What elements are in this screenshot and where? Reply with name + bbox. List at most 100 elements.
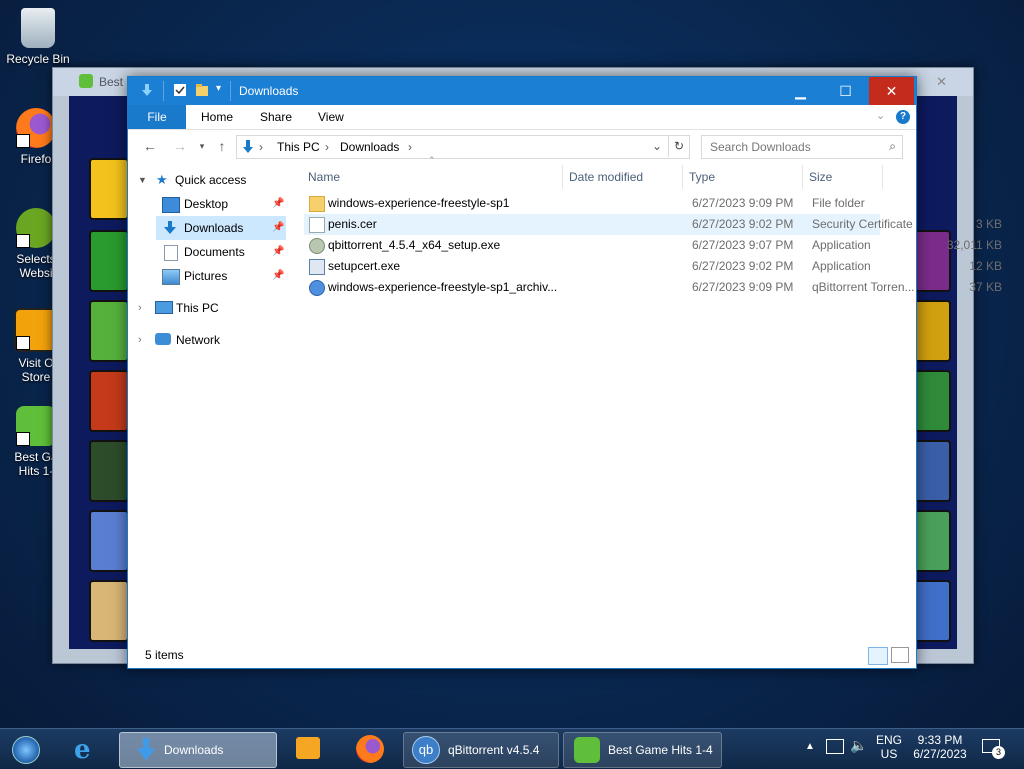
window-titlebar[interactable]: ▾ Downloads ▁ ☐ ✕	[128, 77, 916, 105]
pin-icon[interactable]: 📌	[272, 264, 284, 288]
game-tile[interactable]	[89, 158, 129, 220]
expand-ribbon-chevron-icon[interactable]: ⌄	[876, 109, 885, 122]
column-divider[interactable]	[562, 165, 563, 189]
column-header-size[interactable]: Size	[809, 165, 832, 189]
file-explorer-window[interactable]: ▾ Downloads ▁ ☐ ✕ File Home Share View ⌄…	[127, 76, 1002, 669]
breadcrumb-separator-icon: ›	[325, 140, 329, 154]
file-type: File folder	[812, 196, 865, 210]
tab-view[interactable]: View	[318, 105, 344, 129]
tab-file[interactable]: File	[128, 105, 186, 129]
downloads-icon	[137, 738, 155, 761]
nav-desktop[interactable]: Desktop 📌	[156, 192, 286, 216]
taskbar-qbittorrent[interactable]: qb qBittorrent v4.5.4	[403, 732, 559, 768]
maximize-button[interactable]: ☐	[823, 77, 868, 105]
address-bar[interactable]: › This PC › Downloads › ⌄	[236, 135, 690, 159]
column-divider[interactable]	[882, 165, 883, 189]
shortcut-arrow-icon	[16, 432, 30, 446]
details-view-button[interactable]	[868, 647, 888, 665]
file-name: setupcert.exe	[328, 259, 401, 273]
address-history-chevron-icon[interactable]: ⌄	[652, 139, 662, 153]
up-button[interactable]: ↑	[214, 138, 230, 154]
forward-button[interactable]: →	[172, 138, 188, 154]
taskbar-firefox[interactable]	[348, 732, 392, 766]
volume-muted-icon[interactable]: 🔈	[850, 737, 867, 754]
game-tile[interactable]	[911, 370, 951, 432]
tab-share[interactable]: Share	[260, 105, 292, 129]
clock-date: 6/27/2023	[913, 747, 967, 761]
file-row[interactable]: windows-experience-freestyle-sp1 6/27/202…	[304, 193, 880, 214]
taskbar-best-game-hits-label: Best Game Hits 1-4	[608, 743, 713, 757]
background-window-close-button[interactable]: ✕	[936, 74, 947, 90]
column-header-date-modified[interactable]: Date modified	[569, 165, 643, 189]
file-date-modified: 6/27/2023 9:09 PM	[692, 196, 794, 210]
file-type: Application	[812, 238, 871, 252]
nav-this-pc[interactable]: › This PC	[128, 296, 293, 320]
taskbar-internet-explorer[interactable]: e	[66, 732, 110, 766]
nav-downloads[interactable]: Downloads 📌	[156, 216, 286, 240]
file-row[interactable]: windows-experience-freestyle-sp1_archiv.…	[304, 277, 1002, 298]
titlebar-divider	[230, 81, 231, 101]
game-tile[interactable]	[911, 300, 951, 362]
search-box[interactable]: ⌕	[701, 135, 903, 159]
network-status-icon[interactable]	[826, 739, 844, 754]
file-date-modified: 6/27/2023 9:02 PM	[692, 259, 794, 273]
recent-locations-chevron-icon[interactable]: ▾	[194, 138, 210, 154]
game-tile[interactable]	[89, 230, 129, 292]
file-row[interactable]: penis.cer 6/27/2023 9:02 PM Security Certi…	[304, 214, 1002, 235]
certificate-icon	[309, 217, 325, 233]
nav-quick-access[interactable]: ▼ ★ Quick access	[128, 168, 293, 192]
customize-toolbar-chevron-icon[interactable]: ▾	[216, 83, 221, 94]
game-tile[interactable]	[89, 510, 129, 572]
game-tile[interactable]	[911, 440, 951, 502]
column-header-name[interactable]: Name	[308, 165, 340, 189]
action-center-button[interactable]: 3	[982, 737, 1005, 759]
game-tile[interactable]	[89, 300, 129, 362]
downloads-icon	[164, 221, 176, 234]
close-button[interactable]: ✕	[869, 77, 914, 105]
pin-icon[interactable]: 📌	[272, 192, 284, 216]
game-tile[interactable]	[911, 580, 951, 642]
file-row[interactable]: setupcert.exe 6/27/2023 9:02 PM Applicatio…	[304, 256, 1002, 277]
qbittorrent-icon: qb	[412, 736, 440, 764]
back-button[interactable]: ←	[142, 138, 158, 154]
tab-home[interactable]: Home	[201, 105, 233, 129]
search-input[interactable]	[708, 138, 877, 156]
show-hidden-icons-button[interactable]: ▲	[805, 741, 815, 752]
collapsed-chevron-icon[interactable]: ›	[138, 328, 142, 352]
game-tile[interactable]	[911, 510, 951, 572]
breadcrumb-this-pc[interactable]: This PC	[277, 140, 320, 154]
taskbar-best-game-hits[interactable]: Best Game Hits 1-4	[563, 732, 722, 768]
new-folder-icon[interactable]	[195, 83, 209, 97]
column-divider[interactable]	[682, 165, 683, 189]
desktop-icon-recycle-bin[interactable]: Recycle Bin	[6, 8, 70, 66]
pin-icon[interactable]: 📌	[272, 240, 284, 264]
nav-this-pc-label: This PC	[176, 301, 219, 315]
game-tile[interactable]	[89, 440, 129, 502]
column-header-type[interactable]: Type	[689, 165, 715, 189]
input-language-indicator[interactable]: ENG US	[876, 733, 902, 761]
taskbar-downloads[interactable]: Downloads	[119, 732, 277, 768]
file-row[interactable]: qbittorrent_4.5.4_x64_setup.exe 6/27/2023…	[304, 235, 1002, 256]
nav-pictures[interactable]: Pictures 📌	[156, 264, 286, 288]
refresh-button[interactable]: ↻	[668, 135, 689, 157]
taskbar-media-player[interactable]	[286, 732, 330, 766]
large-icons-view-button[interactable]	[891, 647, 909, 663]
breadcrumb-downloads[interactable]: Downloads	[340, 140, 399, 154]
minimize-button[interactable]: ▁	[778, 77, 823, 105]
expanded-chevron-icon[interactable]: ▼	[138, 168, 147, 192]
help-icon[interactable]: ?	[896, 110, 910, 124]
start-button[interactable]	[6, 732, 46, 766]
properties-check-icon[interactable]	[173, 83, 187, 97]
nav-documents[interactable]: Documents 📌	[156, 240, 286, 264]
clock[interactable]: 9:33 PM 6/27/2023	[908, 733, 972, 761]
file-name: penis.cer	[328, 217, 377, 231]
game-tile[interactable]	[89, 580, 129, 642]
collapsed-chevron-icon[interactable]: ›	[138, 296, 142, 320]
taskbar-downloads-label: Downloads	[164, 743, 224, 757]
game-tile[interactable]	[89, 370, 129, 432]
background-window-title: Best	[99, 75, 124, 89]
sort-ascending-icon: ⌃	[428, 155, 436, 165]
column-divider[interactable]	[802, 165, 803, 189]
pin-icon[interactable]: 📌	[272, 216, 284, 240]
nav-network[interactable]: › Network	[128, 328, 293, 352]
